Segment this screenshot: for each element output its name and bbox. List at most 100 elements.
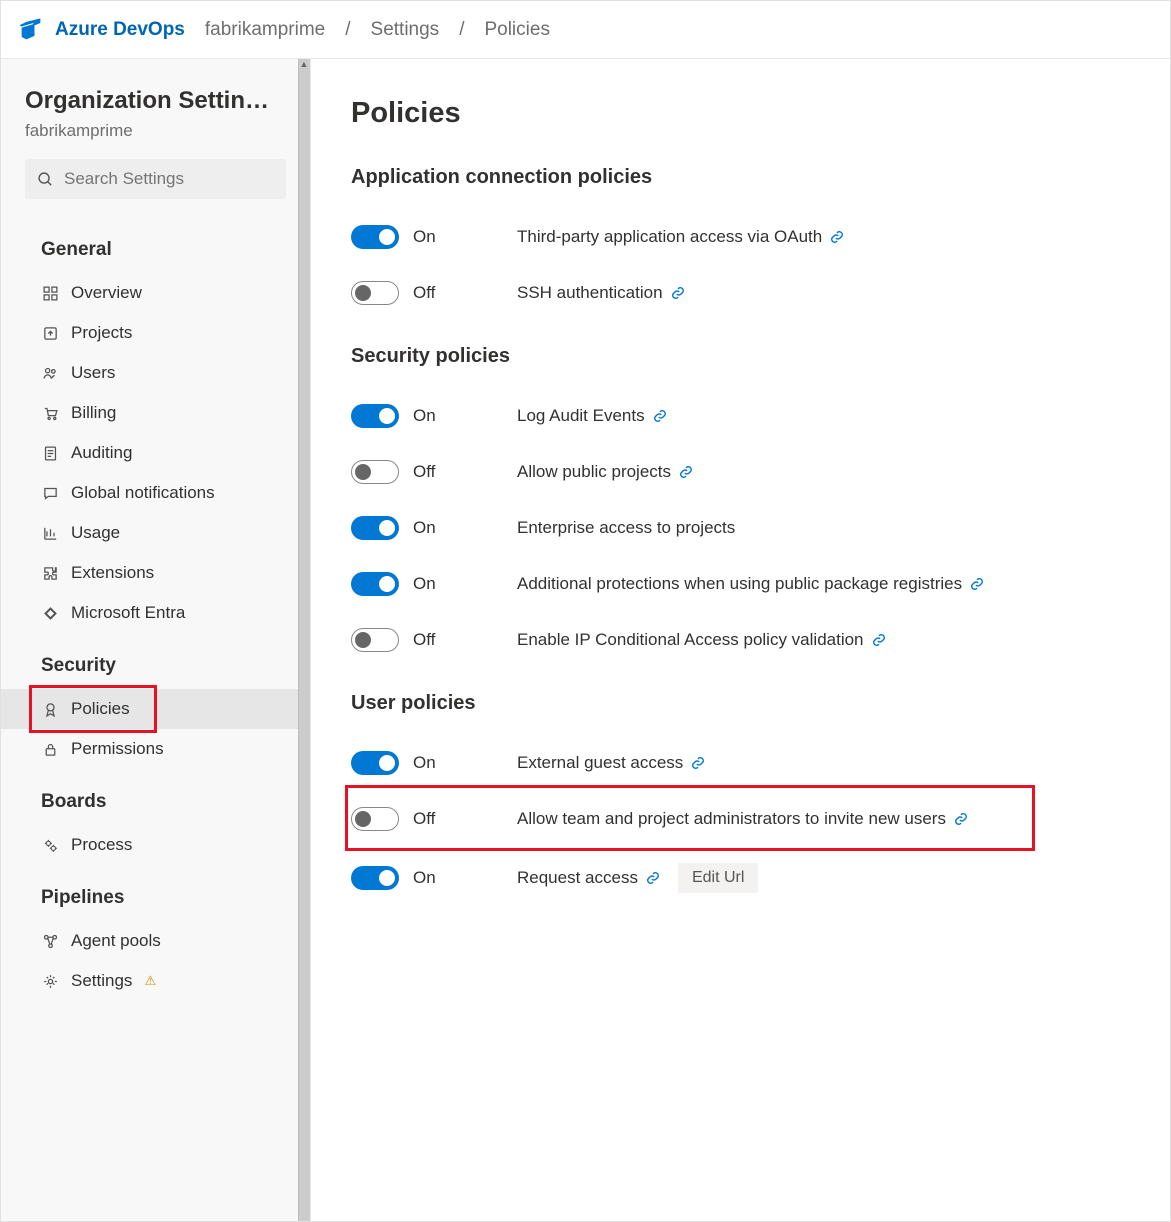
grid-icon [41,284,59,302]
sidebar-group-title: Security [1,633,310,689]
breadcrumb-policies[interactable]: Policies [484,19,549,41]
search-icon [37,170,54,188]
policy-label: Additional protections when using public… [517,574,984,594]
toggle-state-label: On [413,227,436,247]
sidebar-item-label: Process [71,835,132,855]
toggle-switch[interactable] [351,751,399,775]
sidebar-item-projects[interactable]: Projects [1,313,310,353]
badge-icon [41,700,59,718]
sidebar-item-label: Permissions [71,739,164,759]
warning-icon: ⚠ [144,973,156,989]
chart-icon [41,524,59,542]
sidebar-item-label: Extensions [71,563,154,583]
toggle-switch[interactable] [351,807,399,831]
policy-label: External guest access [517,753,705,773]
toggle-switch[interactable] [351,460,399,484]
section-title: Application connection policies [351,166,1130,189]
link-icon[interactable] [691,756,705,770]
toggle-state-label: On [413,753,436,773]
section-title: User policies [351,692,1130,715]
link-icon[interactable] [830,230,844,244]
toggle-switch[interactable] [351,572,399,596]
sidebar-item-agent-pools[interactable]: Agent pools [1,921,310,961]
toggle-state-label: On [413,406,436,426]
toggle-switch[interactable] [351,628,399,652]
toggle-switch[interactable] [351,866,399,890]
policy-label: SSH authentication [517,283,685,303]
link-icon[interactable] [646,871,660,885]
page-title: Policies [351,97,1130,130]
policy-row: Off SSH authentication [351,265,1130,321]
breadcrumb-org[interactable]: fabrikamprime [205,19,325,41]
search-input[interactable] [64,169,285,189]
breadcrumb-separator: / [345,19,350,41]
breadcrumb-separator: / [459,19,464,41]
toggle-switch[interactable] [351,516,399,540]
sidebar-item-billing[interactable]: Billing [1,393,310,433]
diamond-icon [41,604,59,622]
sidebar-item-permissions[interactable]: Permissions [1,729,310,769]
sidebar-item-overview[interactable]: Overview [1,273,310,313]
policy-row: On External guest access [351,735,1130,791]
scroll-up-icon[interactable]: ▲ [298,59,310,71]
toggle-switch[interactable] [351,404,399,428]
link-icon[interactable] [970,577,984,591]
sidebar-group-title: Pipelines [1,865,310,921]
toggle-state-label: Off [413,809,435,829]
toggle-state-label: On [413,868,436,888]
sidebar-item-microsoft-entra[interactable]: Microsoft Entra [1,593,310,633]
sidebar-item-extensions[interactable]: Extensions [1,553,310,593]
sidebar-item-global-notifications[interactable]: Global notifications [1,473,310,513]
link-icon[interactable] [679,465,693,479]
sidebar-item-users[interactable]: Users [1,353,310,393]
up-box-icon [41,324,59,342]
sidebar-item-settings[interactable]: Settings ⚠ [1,961,310,1001]
breadcrumb-settings[interactable]: Settings [371,19,440,41]
toggle-switch[interactable] [351,281,399,305]
toggle-state-label: Off [413,283,435,303]
sidebar-item-label: Billing [71,403,116,423]
policy-row: OffAllow public projects [351,444,1130,500]
link-icon[interactable] [872,633,886,647]
sidebar-item-label: Global notifications [71,483,215,503]
link-icon[interactable] [671,286,685,300]
brand-link[interactable]: Azure DevOps [55,19,185,41]
scrollbar[interactable]: ▲ [298,59,310,1221]
sidebar-item-auditing[interactable]: Auditing [1,433,310,473]
policy-label: Allow public projects [517,462,693,482]
policy-label: Enterprise access to projects [517,518,735,538]
gear-icon [41,972,59,990]
sidebar-item-label: Settings [71,971,132,991]
sidebar-group-title: General [1,217,310,273]
edit-url-button[interactable]: Edit Url [678,863,758,893]
sidebar-item-process[interactable]: Process [1,825,310,865]
link-icon[interactable] [954,812,968,826]
policy-row: On Log Audit Events [351,388,1130,444]
search-settings-box[interactable] [25,159,286,199]
sidebar-item-label: Overview [71,283,142,303]
main-content: Policies Application connection policies… [311,59,1170,1221]
lock-icon [41,740,59,758]
policy-row: On Request accessEdit Url [351,847,1130,909]
nodes-icon [41,932,59,950]
sidebar-item-label: Auditing [71,443,132,463]
section-title: Security policies [351,345,1130,368]
gears-icon [41,836,59,854]
sidebar-item-usage[interactable]: Usage [1,513,310,553]
sidebar-item-policies[interactable]: Policies [1,689,310,729]
sidebar-group-title: Boards [1,769,310,825]
link-icon[interactable] [653,409,667,423]
azure-devops-logo-icon[interactable] [17,16,45,44]
sidebar-item-label: Policies [71,699,130,719]
policy-label: Request accessEdit Url [517,863,758,893]
policy-label: Log Audit Events [517,406,667,426]
toggle-state-label: On [413,574,436,594]
sidebar: ▲ Organization Settin… fabrikamprime Gen… [1,59,311,1221]
toggle-switch[interactable] [351,225,399,249]
toggle-state-label: Off [413,630,435,650]
top-bar: Azure DevOps fabrikamprime / Settings / … [1,1,1170,59]
policy-row: On Third-party application access via OAu… [351,209,1130,265]
policy-row: OffEnable IP Conditional Access policy v… [351,612,1130,668]
policy-row: On Additional protections when using publ… [351,556,1130,612]
policy-label: Third-party application access via OAuth [517,227,844,247]
